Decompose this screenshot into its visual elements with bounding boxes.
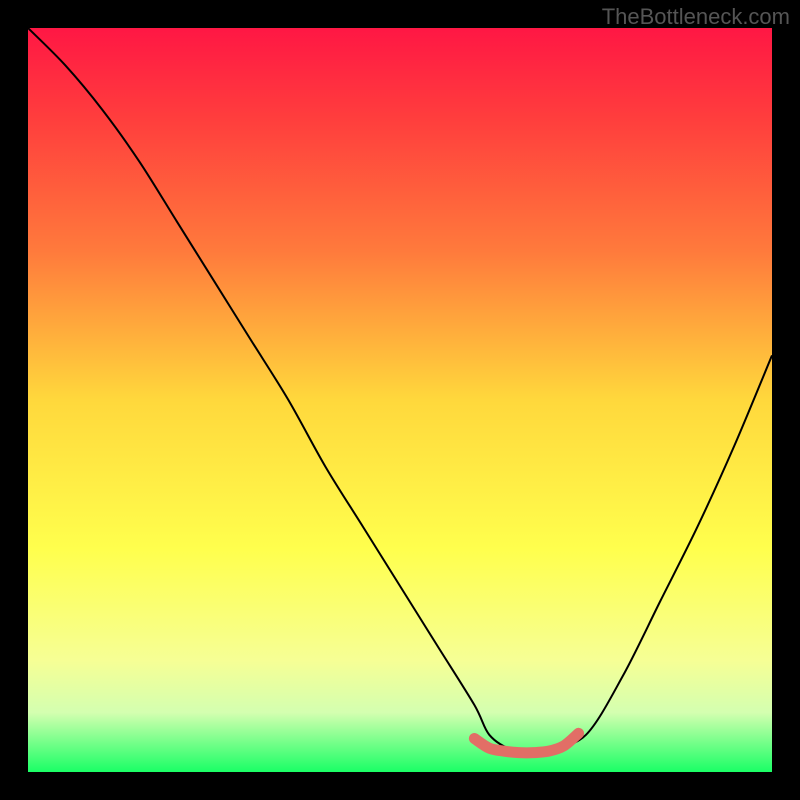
watermark-text: TheBottleneck.com <box>602 4 790 30</box>
chart-plot-area <box>28 28 772 772</box>
chart-background-gradient <box>28 28 772 772</box>
chart-svg <box>28 28 772 772</box>
